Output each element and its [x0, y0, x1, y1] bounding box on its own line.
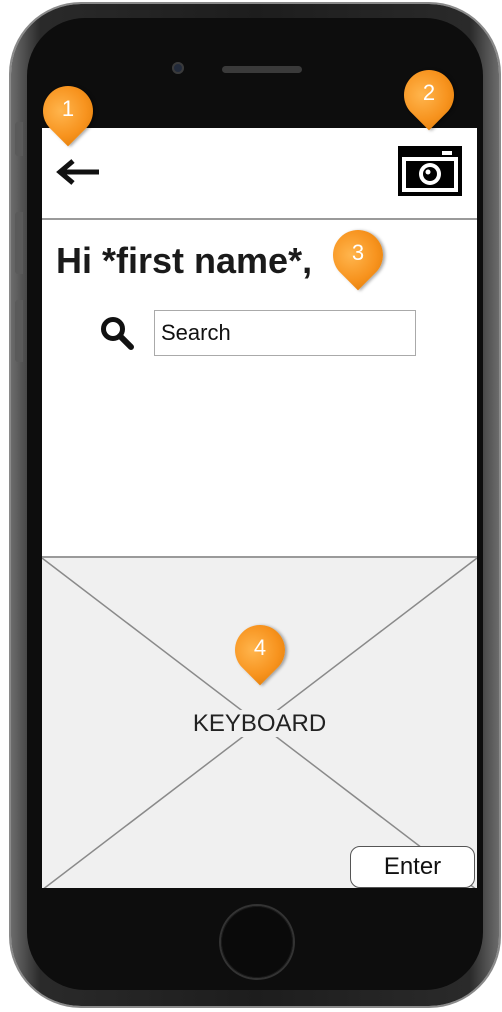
marker-number: 2: [422, 80, 436, 105]
keyboard-label: KEYBOARD: [188, 710, 331, 737]
enter-button[interactable]: Enter: [350, 846, 475, 888]
marker-number: 4: [253, 635, 267, 660]
keyboard-placeholder: KEYBOARD Enter: [42, 556, 477, 888]
annotation-marker-1: 1: [32, 75, 104, 147]
camera-icon[interactable]: [398, 146, 462, 196]
marker-number: 3: [351, 240, 365, 265]
earpiece-speaker: [222, 66, 302, 73]
phone-screen: Hi *first name*, KEYBOARD Enter: [42, 128, 477, 888]
arrow-left-icon[interactable]: [55, 158, 101, 186]
volume-up-button: [15, 212, 23, 274]
greeting-heading: Hi *first name*,: [56, 240, 313, 281]
home-button[interactable]: [221, 906, 293, 978]
annotation-marker-4: 4: [224, 614, 296, 686]
search-icon: [101, 317, 134, 350]
annotation-marker-2: 2: [393, 59, 465, 131]
keyboard-label-wrap: KEYBOARD: [42, 710, 477, 738]
top-bar: [42, 128, 477, 220]
search-input[interactable]: [154, 310, 416, 356]
marker-number: 1: [61, 96, 75, 121]
mute-switch: [15, 122, 23, 156]
annotation-marker-3: 3: [322, 219, 394, 291]
volume-down-button: [15, 300, 23, 362]
front-camera: [172, 62, 184, 74]
